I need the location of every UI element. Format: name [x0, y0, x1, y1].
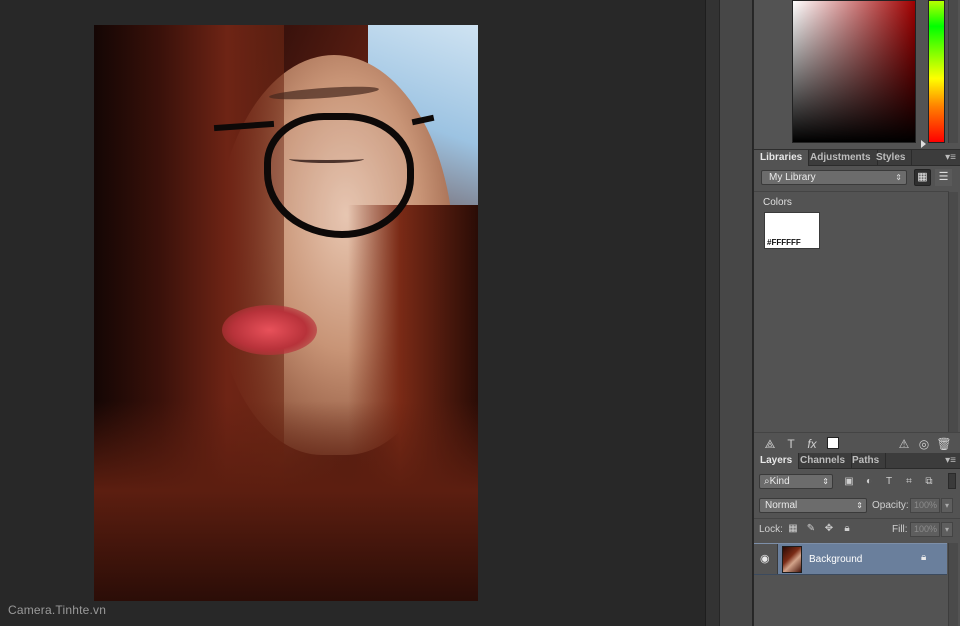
tab-layers[interactable]: Layers: [754, 453, 800, 469]
layers-panel: Layers Channels Paths ▾≡ ⌕Kind ⇕ ▣ ◐ T ⌗…: [754, 453, 960, 626]
lock-transparent-pixels-icon[interactable]: ▦: [786, 521, 800, 536]
fx-icon[interactable]: fx: [804, 436, 820, 452]
opacity-field[interactable]: 100%: [910, 498, 940, 513]
list-view-icon[interactable]: ☰: [935, 169, 952, 186]
chevron-down-icon[interactable]: ▾: [941, 522, 953, 537]
filter-type-icon[interactable]: T: [882, 474, 896, 489]
filter-toggle[interactable]: [948, 473, 956, 489]
color-swatch[interactable]: #FFFFFF: [764, 212, 820, 249]
warning-icon[interactable]: ⚠: [896, 436, 912, 452]
filter-adjustment-icon[interactable]: ◐: [862, 474, 876, 489]
libraries-tabbar: Libraries Adjustments Styles ▾≡: [754, 150, 960, 166]
lock-position-icon[interactable]: ✥: [822, 521, 836, 536]
add-graphic-icon[interactable]: ⟁: [762, 436, 778, 452]
canvas-area[interactable]: Camera.Tinhte.vn: [0, 0, 705, 626]
text-icon[interactable]: T: [783, 436, 799, 452]
libraries-panel: Libraries Adjustments Styles ▾≡ My Libra…: [754, 150, 960, 454]
libraries-footer: ⟁ T fx ⚠ ◎ 🗑: [754, 432, 960, 454]
colors-section-label: Colors: [763, 197, 792, 208]
lock-label: Lock:: [759, 524, 783, 535]
eye-icon[interactable]: ◉: [760, 552, 770, 565]
divider: [754, 518, 960, 519]
layer-filter-value: Kind: [769, 476, 790, 487]
collapsed-panel-dock[interactable]: [719, 0, 753, 626]
color-picker-panel: [754, 0, 960, 150]
select-arrows-icon: ⇕: [895, 173, 902, 182]
fill-label: Fill:: [892, 524, 908, 535]
layers-tabbar: Layers Channels Paths ▾≡: [754, 453, 960, 469]
chevron-down-icon[interactable]: ▾: [941, 498, 953, 513]
opacity-label: Opacity:: [872, 500, 909, 511]
layer-thumbnail[interactable]: [782, 546, 802, 573]
layer-name[interactable]: Background: [809, 554, 862, 565]
libraries-scrollbar[interactable]: [948, 192, 958, 432]
layer-row[interactable]: ◉ Background 🔒︎: [754, 543, 947, 575]
blend-mode-select[interactable]: Normal ⇕: [759, 498, 867, 513]
filter-shape-icon[interactable]: ⌗: [902, 474, 916, 489]
right-panel-column: Libraries Adjustments Styles ▾≡ My Libra…: [754, 0, 960, 626]
library-select-value: My Library: [769, 172, 816, 183]
image-lips: [222, 305, 317, 355]
lock-all-icon[interactable]: 🔒︎: [840, 521, 854, 536]
visibility-toggle[interactable]: ◉: [754, 544, 778, 574]
panel-menu-icon[interactable]: ▾≡: [945, 152, 956, 163]
image-hair-bottom: [94, 401, 478, 601]
fill-field[interactable]: 100%: [910, 522, 940, 537]
tab-styles[interactable]: Styles: [870, 150, 913, 166]
panel-menu-icon[interactable]: ▾≡: [945, 455, 956, 466]
grid-view-icon[interactable]: ▦: [914, 169, 931, 186]
tab-adjustments[interactable]: Adjustments: [804, 150, 878, 166]
document-image[interactable]: [94, 25, 478, 601]
layers-scrollbar[interactable]: [948, 543, 958, 626]
image-glasses: [264, 113, 414, 238]
watermark: Camera.Tinhte.vn: [8, 603, 107, 617]
color-panel-scrollbar[interactable]: [948, 0, 958, 143]
layer-filter-select[interactable]: ⌕Kind ⇕: [759, 474, 833, 489]
swatch-hex-label: #FFFFFF: [767, 238, 801, 247]
color-swatch-icon[interactable]: [827, 437, 839, 449]
select-arrows-icon: ⇕: [856, 501, 863, 510]
tab-paths[interactable]: Paths: [846, 453, 887, 469]
sync-icon[interactable]: ◎: [916, 436, 932, 452]
filter-smart-object-icon[interactable]: ⧉: [922, 474, 936, 489]
hue-marker-icon[interactable]: [921, 140, 926, 148]
dock-divider[interactable]: [705, 0, 719, 626]
hue-slider[interactable]: [928, 0, 945, 143]
select-arrows-icon: ⇕: [822, 477, 829, 486]
tab-channels[interactable]: Channels: [794, 453, 853, 469]
lock-icon: 🔒︎: [921, 552, 927, 563]
filter-pixel-icon[interactable]: ▣: [842, 474, 856, 489]
divider: [754, 191, 949, 192]
blend-mode-value: Normal: [765, 500, 798, 511]
tab-libraries[interactable]: Libraries: [754, 150, 810, 166]
library-select[interactable]: My Library ⇕: [761, 170, 907, 185]
lock-image-pixels-icon[interactable]: ✎: [804, 521, 818, 536]
trash-icon[interactable]: 🗑: [936, 436, 952, 452]
saturation-brightness-field[interactable]: [792, 0, 916, 143]
